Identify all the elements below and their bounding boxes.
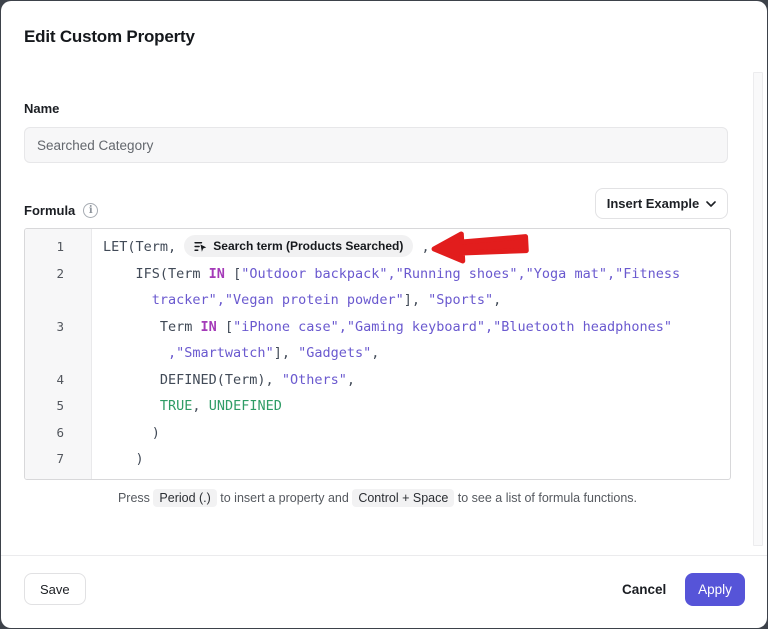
code-segment: UNDEFINED	[209, 398, 282, 414]
code-segment: ],	[274, 345, 298, 361]
code-segment: DEFINED(Term),	[103, 372, 282, 388]
edit-custom-property-dialog: Edit Custom Property Name Formula i Inse…	[1, 1, 767, 628]
code-row: 7 )	[25, 446, 730, 473]
code-segment: tracker","Vegan protein powder"	[152, 292, 404, 308]
apply-button[interactable]: Apply	[685, 573, 745, 606]
code-line: LET(Term, Search term (Products Searched…	[91, 234, 430, 261]
code-segment: )	[103, 425, 160, 441]
code-row: 6 )	[25, 420, 730, 447]
code-row: ,"Smartwatch"], "Gadgets",	[25, 340, 730, 367]
line-number: 6	[25, 420, 91, 447]
code-line: tracker","Vegan protein powder"], "Sport…	[91, 287, 501, 314]
line-number	[25, 287, 91, 314]
code-line: Term IN ["iPhone case","Gaming keyboard"…	[91, 314, 672, 341]
formula-editor[interactable]: 1LET(Term, Search term (Products Searche…	[24, 228, 731, 480]
code-segment: LET(Term,	[103, 239, 184, 255]
code-segment: TRUE	[160, 398, 193, 414]
name-label-text: Name	[24, 101, 59, 116]
list-cursor-icon	[194, 240, 207, 253]
kbd-period: Period (.)	[153, 489, 216, 507]
property-chip-label: Search term (Products Searched)	[213, 233, 403, 260]
line-number: 5	[25, 393, 91, 420]
save-button[interactable]: Save	[24, 573, 86, 605]
line-number: 3	[25, 314, 91, 341]
info-icon[interactable]: i	[83, 203, 98, 218]
code-segment: ,"Smartwatch"	[168, 345, 274, 361]
code-segment: ,	[347, 372, 355, 388]
dialog-title: Edit Custom Property	[24, 27, 195, 47]
code-segment: ],	[404, 292, 428, 308]
code-row: 1LET(Term, Search term (Products Searche…	[25, 234, 730, 261]
name-label: Name	[24, 101, 59, 116]
code-segment: IFS(Term	[103, 266, 209, 282]
hint-prefix: Press	[118, 491, 153, 505]
cancel-button[interactable]: Cancel	[606, 573, 682, 605]
insert-example-label: Insert Example	[607, 196, 700, 211]
code-row: 4 DEFINED(Term), "Others",	[25, 367, 730, 394]
code-segment: "Others"	[282, 372, 347, 388]
code-segment: [	[225, 266, 241, 282]
code-line: TRUE, UNDEFINED	[91, 393, 282, 420]
code-segment: "Sports"	[428, 292, 493, 308]
kbd-control-space: Control + Space	[352, 489, 454, 507]
code-segment: ,	[493, 292, 501, 308]
formula-hint: Press Period (.) to insert a property an…	[24, 491, 731, 505]
code-row: 5 TRUE, UNDEFINED	[25, 393, 730, 420]
code-line: )	[91, 446, 144, 473]
hint-middle: to insert a property and	[217, 491, 353, 505]
code-segment: IN	[201, 319, 217, 335]
footer-divider	[1, 555, 767, 556]
line-number	[25, 340, 91, 367]
code-segment: "Gadgets"	[298, 345, 371, 361]
code-segment: IN	[209, 266, 225, 282]
line-number: 7	[25, 446, 91, 473]
code-line: )	[91, 420, 160, 447]
code-row: 3 Term IN ["iPhone case","Gaming keyboar…	[25, 314, 730, 341]
code-segment	[103, 398, 160, 414]
code-segment: Term	[103, 319, 201, 335]
code-segment: ,	[192, 398, 208, 414]
code-row: 2 IFS(Term IN ["Outdoor backpack","Runni…	[25, 261, 730, 288]
line-number: 1	[25, 234, 91, 261]
name-input[interactable]	[24, 127, 728, 163]
chevron-down-icon	[706, 201, 716, 207]
code-line: DEFINED(Term), "Others",	[91, 367, 355, 394]
code-segment: ,	[371, 345, 379, 361]
code-segment	[103, 292, 152, 308]
code-segment: ,	[413, 239, 429, 255]
formula-label: Formula i	[24, 203, 98, 218]
code-segment: "iPhone case","Gaming keyboard","Bluetoo…	[233, 319, 672, 335]
line-number: 4	[25, 367, 91, 394]
formula-label-text: Formula	[24, 203, 75, 218]
property-chip[interactable]: Search term (Products Searched)	[184, 235, 413, 257]
line-number: 2	[25, 261, 91, 288]
code-line: ,"Smartwatch"], "Gadgets",	[91, 340, 379, 367]
scrollbar-track[interactable]	[753, 72, 763, 546]
code-line: IFS(Term IN ["Outdoor backpack","Running…	[91, 261, 680, 288]
code-segment: "Outdoor backpack","Running shoes","Yoga…	[241, 266, 680, 282]
formula-editor-rows: 1LET(Term, Search term (Products Searche…	[25, 229, 730, 473]
code-segment: [	[217, 319, 233, 335]
code-segment	[103, 345, 168, 361]
code-row: tracker","Vegan protein powder"], "Sport…	[25, 287, 730, 314]
code-segment: )	[103, 451, 144, 467]
insert-example-button[interactable]: Insert Example	[595, 188, 728, 219]
hint-suffix: to see a list of formula functions.	[454, 491, 637, 505]
